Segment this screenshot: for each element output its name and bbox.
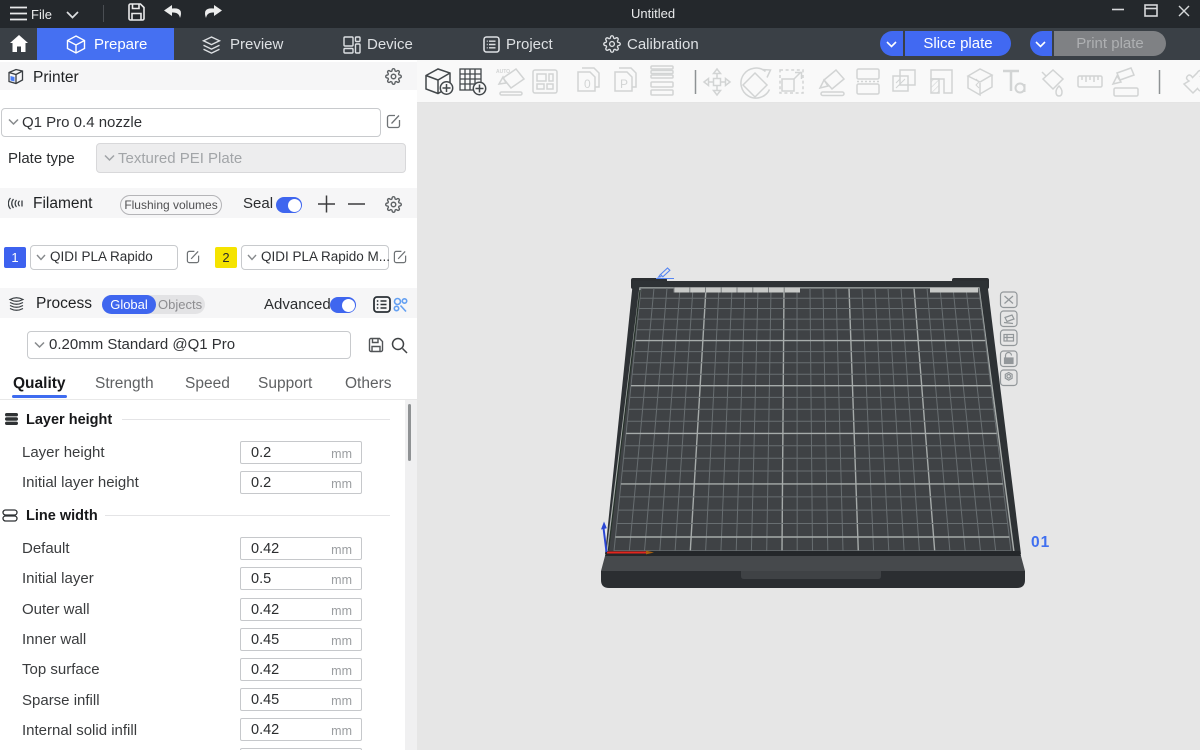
svg-text:P: P (620, 77, 628, 91)
svg-text:01: 01 (1031, 534, 1050, 551)
svg-text:0: 0 (584, 77, 591, 91)
svg-text:AUTO: AUTO (496, 69, 510, 75)
